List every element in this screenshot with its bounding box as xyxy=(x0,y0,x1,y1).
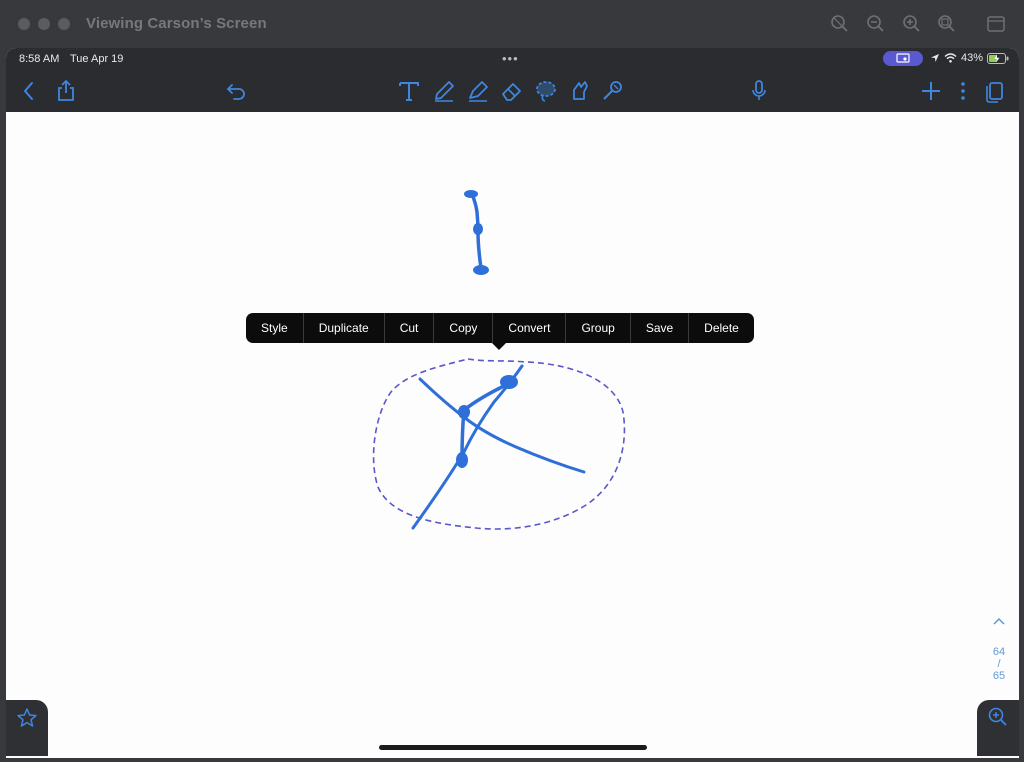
ipad-screen: 8:58 AM Tue Apr 19 ••• 43% Style Duplica… xyxy=(6,48,1019,758)
pages-icon[interactable] xyxy=(982,78,1008,104)
note-canvas[interactable]: Style Duplicate Cut Copy Convert Group Save Del… xyxy=(6,112,1019,758)
ink-stroke-vertical[interactable] xyxy=(464,190,489,275)
status-bar: 8:58 AM Tue Apr 19 ••• 43% xyxy=(6,48,1019,70)
pen-tool-icon[interactable] xyxy=(431,78,457,104)
status-date: Tue Apr 19 xyxy=(70,53,124,65)
window-title: Viewing Carson’s Screen xyxy=(86,15,267,32)
menu-item-cut[interactable]: Cut xyxy=(383,313,434,343)
more-icon[interactable] xyxy=(950,78,976,104)
page-up-chevron-icon[interactable] xyxy=(987,616,1011,626)
text-tool-icon[interactable] xyxy=(396,78,422,104)
zoom-fit-icon[interactable] xyxy=(937,14,957,34)
selection-context-menu: Style Duplicate Cut Copy Convert Group Save Del… xyxy=(246,313,754,350)
menu-item-group[interactable]: Group xyxy=(565,313,629,343)
laser-pointer-icon[interactable] xyxy=(599,78,625,104)
zoom-magnifier-icon[interactable] xyxy=(987,706,1009,728)
star-icon[interactable] xyxy=(16,707,38,729)
lasso-tool-icon[interactable] xyxy=(533,78,559,104)
shapes-tool-icon[interactable] xyxy=(567,78,593,104)
menu-item-convert[interactable]: Convert xyxy=(492,313,565,343)
window-view-icon[interactable] xyxy=(986,14,1006,34)
app-toolbar xyxy=(6,70,1019,112)
window-titlebar: Viewing Carson’s Screen xyxy=(0,0,1024,48)
home-indicator[interactable] xyxy=(379,745,647,750)
current-page: 64 xyxy=(992,646,1006,658)
undo-icon[interactable] xyxy=(224,78,250,104)
microphone-icon[interactable] xyxy=(746,78,772,104)
location-icon xyxy=(931,54,939,62)
zoom-corner xyxy=(977,700,1019,756)
back-icon[interactable] xyxy=(16,78,42,104)
highlighter-tool-icon[interactable] xyxy=(465,78,491,104)
favorites-corner xyxy=(6,700,48,756)
zoom-in-icon[interactable] xyxy=(902,14,922,34)
ink-layer xyxy=(372,190,626,530)
multitasking-dots-icon[interactable]: ••• xyxy=(502,51,519,66)
close-window-button[interactable] xyxy=(18,18,30,30)
battery-percent: 43% xyxy=(961,52,984,64)
menu-item-style[interactable]: Style xyxy=(246,313,303,343)
zoom-window-button[interactable] xyxy=(58,18,70,30)
zoom-actual-icon[interactable] xyxy=(830,14,850,34)
zoom-out-icon[interactable] xyxy=(866,14,886,34)
wifi-icon xyxy=(944,53,957,63)
eraser-tool-icon[interactable] xyxy=(499,78,525,104)
add-icon[interactable] xyxy=(918,78,944,104)
status-time: 8:58 AM xyxy=(19,53,60,65)
menu-item-save[interactable]: Save xyxy=(629,313,688,343)
menu-item-copy[interactable]: Copy xyxy=(433,313,492,343)
screen-share-indicator[interactable] xyxy=(883,51,923,66)
page-separator: / xyxy=(997,658,1001,670)
lasso-selection-outline[interactable] xyxy=(372,358,626,530)
menu-item-delete[interactable]: Delete xyxy=(688,313,754,343)
page-indicator[interactable]: 64 / 65 xyxy=(987,646,1011,682)
menu-item-duplicate[interactable]: Duplicate xyxy=(302,313,384,343)
share-icon[interactable] xyxy=(53,78,79,104)
status-right: 43% xyxy=(930,52,1009,64)
ink-stroke-x[interactable] xyxy=(411,364,586,530)
minimize-window-button[interactable] xyxy=(38,18,50,30)
total-pages: 65 xyxy=(992,670,1006,682)
battery-charging-icon xyxy=(987,52,1009,64)
